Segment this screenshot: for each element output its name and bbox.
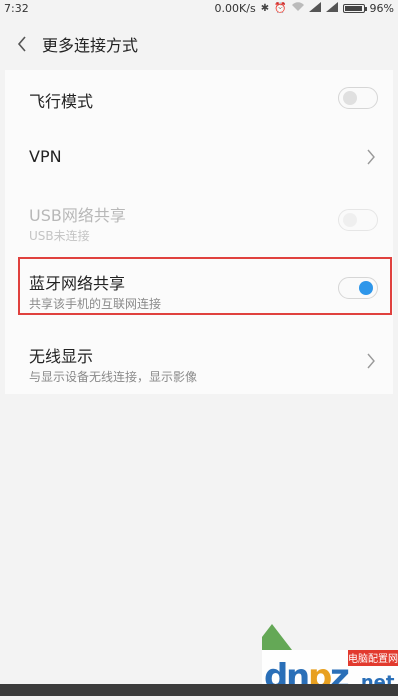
app-header: 更多连接方式 <box>0 18 398 70</box>
status-time: 7:32 <box>4 1 29 15</box>
navigation-bar <box>0 684 398 696</box>
wifi-icon <box>291 1 304 15</box>
battery-icon <box>342 3 367 13</box>
page-title: 更多连接方式 <box>42 36 139 55</box>
alarm-icon: ⏰ <box>274 2 287 14</box>
usb-tethering-toggle[interactable] <box>338 209 378 231</box>
item-label: USB网络共享 <box>29 206 126 225</box>
list-item-wireless-display[interactable]: 无线显示 与显示设备无线连接，显示影像 <box>5 332 393 390</box>
chevron-right-icon <box>367 353 375 369</box>
item-label: 无线显示 <box>29 347 94 366</box>
airplane-mode-toggle[interactable] <box>338 87 378 109</box>
toggle-knob <box>343 213 357 227</box>
bluetooth-icon: ✱ <box>260 2 270 14</box>
chevron-right-icon <box>367 149 375 165</box>
item-label: VPN <box>29 147 62 166</box>
list-item-vpn[interactable]: VPN <box>5 128 393 186</box>
status-bar: 7:32 0.00K/s ✱ ⏰ 96% <box>0 0 398 16</box>
list-item-airplane-mode[interactable]: 飞行模式 <box>5 70 393 128</box>
toggle-knob <box>343 91 357 105</box>
signal-icon <box>308 1 321 15</box>
highlight-annotation <box>18 257 392 315</box>
item-sublabel: USB未连接 <box>29 229 90 243</box>
back-arrow-icon[interactable] <box>12 34 32 54</box>
network-speed: 0.00K/s <box>214 1 256 15</box>
item-label: 飞行模式 <box>29 92 94 111</box>
watermark-tag: 电脑配置网 <box>348 652 398 665</box>
item-sublabel: 与显示设备无线连接，显示影像 <box>29 370 198 384</box>
status-icons: 0.00K/s ✱ ⏰ 96% <box>214 1 394 15</box>
list-item-usb-tethering[interactable]: USB网络共享 USB未连接 <box>5 192 393 248</box>
battery-percent: 96% <box>369 1 394 15</box>
signal-icon-2 <box>325 1 338 15</box>
settings-list: 飞行模式 VPN USB网络共享 USB未连接 蓝牙网络共享 共享该手机的互联网… <box>5 70 393 394</box>
